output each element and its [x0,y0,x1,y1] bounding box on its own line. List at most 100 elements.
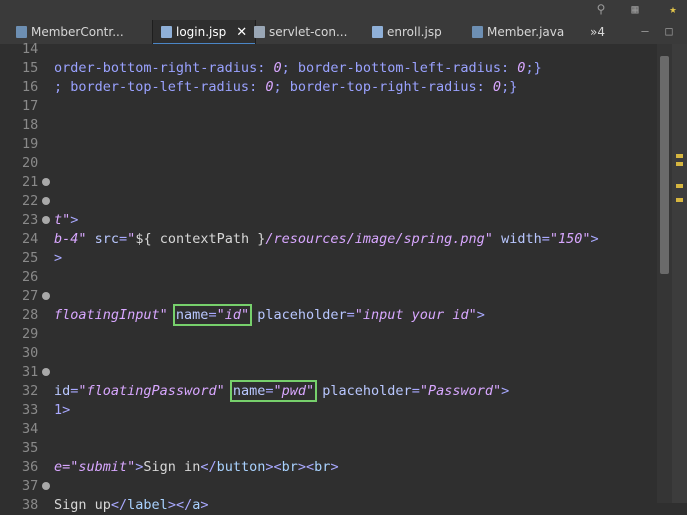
code-token: label [127,497,168,513]
code-token: width [501,231,542,247]
tab-login-jsp[interactable]: login.jsp ✕ [152,20,257,45]
code-token: "pwd" [273,383,315,399]
line-number: 19 [22,136,39,152]
line-number: 35 [22,440,39,456]
code-token: name [232,383,266,399]
code-text: Sign up</label></a> [54,496,208,515]
code-token: > [501,383,510,399]
overflow-icon: »4 [590,25,605,39]
code-text: order-bottom-right-radius: 0; border-bot… [54,59,542,78]
overview-ruler[interactable] [672,44,687,503]
code-token: order-bottom-right-radius: [54,60,274,76]
code-text: t"> [54,211,78,230]
code-text: > [54,249,62,268]
code-editor[interactable]: 14 15 order-bottom-right-radius: 0; border… [0,41,657,513]
line-number: 17 [22,98,39,114]
code-token: id [54,383,71,399]
line-number: 25 [22,250,39,266]
code-token: placeholder [257,307,347,323]
code-token: src [94,231,120,247]
code-text: id="floatingPassword" name="pwd" placeho… [54,380,510,402]
tab-overflow[interactable]: »4 [590,20,605,44]
tab-servlet-context[interactable]: servlet-con... [254,20,347,44]
maximize-icon[interactable]: □ [662,24,676,38]
minimize-icon[interactable]: — [638,24,652,38]
line-number: 28 [22,307,39,323]
line-number: 38 [22,497,39,513]
tab-label: login.jsp [176,25,227,39]
line-number: 26 [22,269,39,285]
search-icon[interactable]: ⚲ [594,2,608,16]
perspective-icon[interactable]: ★ [666,2,680,16]
code-token: placeholder [322,383,412,399]
line-number: 33 [22,402,39,418]
scrollbar-thumb[interactable] [660,56,669,274]
fold-toggle-icon[interactable] [42,482,50,490]
highlight-box: name="pwd" [229,380,318,402]
code-token: br [281,459,298,475]
code-token: </ [110,497,128,513]
code-text: 1> [54,401,70,420]
code-token: = [208,307,217,323]
editor-tab-bar: MemberContr... login.jsp ✕ servlet-con...… [0,20,687,45]
fold-toggle-icon[interactable] [42,292,50,300]
code-token: name [175,307,209,323]
code-token: Sign up [54,497,111,513]
code-token: = [265,383,274,399]
tab-label: enroll.jsp [387,25,442,39]
code-text: e="submit">Sign in</button><br><br> [54,458,339,477]
code-token: 0 [273,60,282,76]
close-icon[interactable]: ✕ [236,25,247,40]
line-number: 18 [22,117,39,133]
line-number: 16 [22,79,39,95]
fold-toggle-icon[interactable] [42,216,50,224]
highlight-box: name="id" [172,304,253,326]
ruler-mark[interactable] [676,198,683,202]
code-token: button [216,459,266,475]
ruler-mark[interactable] [676,154,683,158]
code-token: > [590,231,599,247]
tab-label: MemberContr... [31,25,124,39]
code-token: ;} [525,60,542,76]
tab-label: Member.java [487,25,565,39]
code-token: = [411,383,420,399]
line-number: 24 [22,231,39,247]
java-file-icon [472,26,483,38]
code-text: b-4" src="${ contextPath }/resources/ima… [54,230,599,249]
code-token: br [314,459,331,475]
tab-member-java[interactable]: Member.java [472,20,564,44]
code-text: ; border-top-left-radius: 0; border-top-… [54,78,517,97]
fold-toggle-icon[interactable] [42,368,50,376]
code-token: /resources/image/spring.png" [265,231,502,247]
code-token: > [54,250,63,266]
java-file-icon [16,26,27,38]
vertical-scrollbar[interactable] [657,44,672,503]
line-number: 29 [22,326,39,342]
ruler-mark[interactable] [676,162,683,166]
window-toolbar: ⚲ ▦ ★ [0,0,687,20]
code-token: = [119,231,128,247]
code-token: = [346,307,355,323]
fold-toggle-icon[interactable] [42,178,50,186]
tab-enroll-jsp[interactable]: enroll.jsp [372,20,442,44]
code-token: "input your id" [354,307,477,323]
code-token: ; border-top-right-radius: [273,79,493,95]
code-token: ;} [501,79,518,95]
layout-icon[interactable]: ▦ [628,2,642,16]
code-token: "Password" [419,383,502,399]
code-token: e="submit" [54,459,136,475]
code-token: ></ [167,497,193,513]
line-number: 32 [22,383,39,399]
code-token: > [476,307,485,323]
code-token: >< [297,459,315,475]
code-token: "id" [216,307,250,323]
code-token: </ [200,459,217,475]
fold-toggle-icon[interactable] [42,197,50,205]
code-token: Sign in [143,459,201,475]
line-number: 15 [22,60,39,76]
xml-file-icon [254,26,265,38]
line-number: 36 [22,459,39,475]
code-token: >< [265,459,282,475]
ruler-mark[interactable] [676,184,683,188]
